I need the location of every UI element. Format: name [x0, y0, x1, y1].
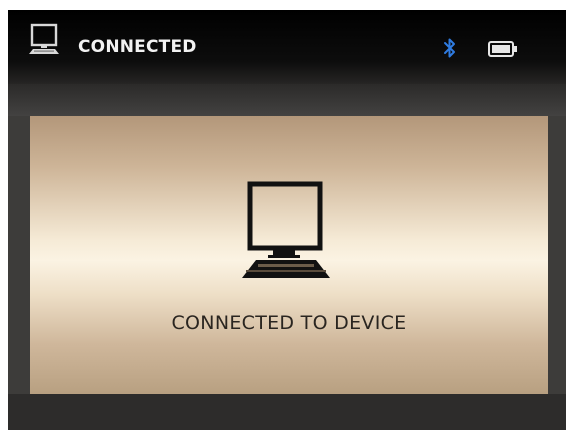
device-screen: CONNECTED CONNECTED TO DEVICE [8, 10, 566, 430]
status-title: CONNECTED [78, 37, 197, 57]
connection-message: CONNECTED TO DEVICE [171, 312, 407, 334]
computer-monitor-icon [242, 181, 330, 278]
connection-panel: CONNECTED TO DEVICE [30, 116, 548, 394]
computer-icon [29, 23, 59, 54]
bluetooth-icon [444, 38, 455, 58]
status-bar: CONNECTED [8, 10, 566, 84]
status-bar-shadow [8, 84, 566, 116]
bottom-bar [8, 394, 566, 430]
battery-icon [488, 41, 517, 57]
